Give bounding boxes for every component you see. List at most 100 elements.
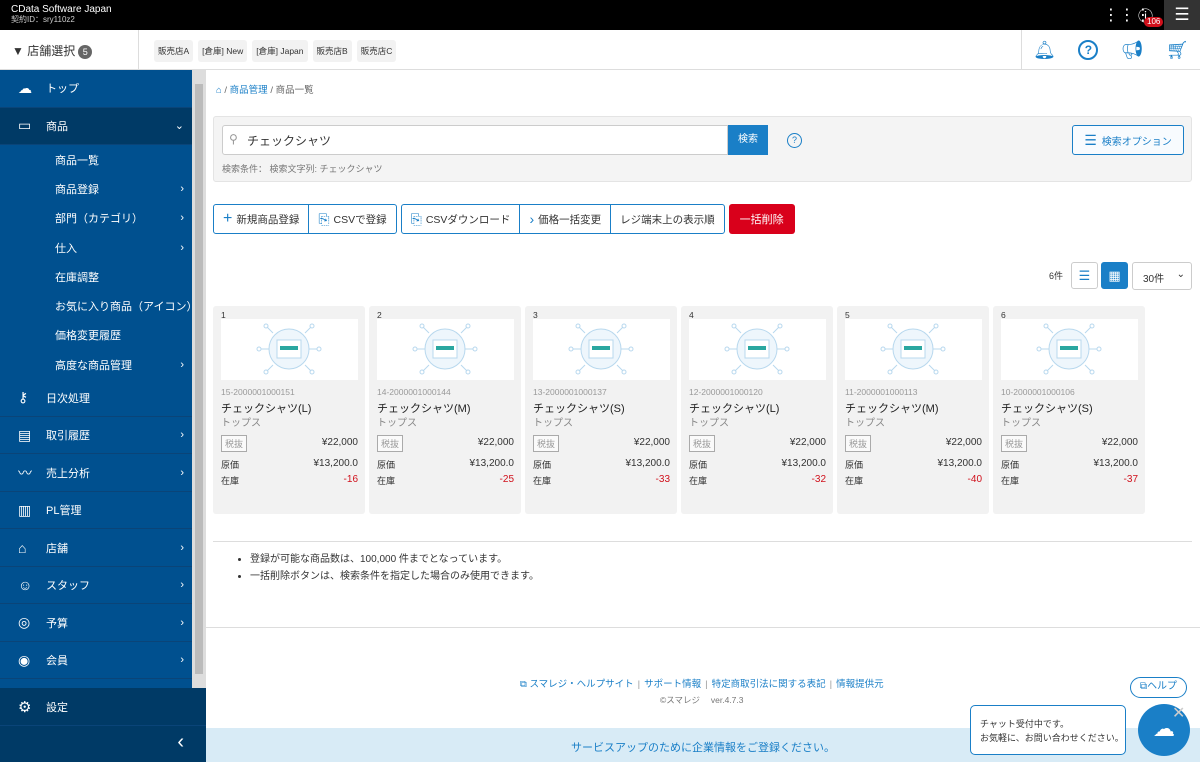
- sidebar-subitem[interactable]: お気に入り商品（アイコン）: [0, 291, 192, 320]
- cost-label: 原価: [1001, 460, 1020, 470]
- store-tag[interactable]: 販売店C: [356, 40, 397, 62]
- product-card[interactable]: 4 12-2000001000120 チェックシャツ(L) トップス 税抜 ¥22,000…: [681, 306, 833, 514]
- search-icon: ⚲: [229, 132, 238, 146]
- sidebar-item[interactable]: ▭ 商品 ⌄: [0, 107, 192, 145]
- product-image-placeholder: [1001, 319, 1138, 380]
- stock-label: 在庫: [221, 476, 240, 486]
- product-stock: -37: [1123, 474, 1138, 485]
- close-icon[interactable]: ✕: [1172, 703, 1185, 723]
- collapse-sidebar-button[interactable]: ‹: [0, 725, 206, 762]
- bulk-price-button[interactable]: › 価格一括変更: [520, 205, 612, 233]
- store-tag[interactable]: [倉庫] Japan: [252, 40, 308, 62]
- footer-link[interactable]: 情報提供元: [836, 679, 884, 690]
- search-options-label: 検索オプション: [1101, 136, 1172, 148]
- csv-download-label: CSVダウンロード: [425, 213, 511, 226]
- company-info-link[interactable]: サービスアップのために企業情報をご登録ください。: [571, 742, 835, 754]
- sidebar-subitem[interactable]: 価格変更履歴: [0, 321, 192, 350]
- sidebar-item[interactable]: 〰 売上分析 ›: [0, 454, 192, 492]
- product-card[interactable]: 6 10-2000001000106 チェックシャツ(S) トップス 税抜 ¥22,000…: [993, 306, 1145, 514]
- sidebar-scroll-thumb[interactable]: [195, 84, 203, 674]
- sidebar-item[interactable]: ☁ トップ: [0, 70, 192, 108]
- product-cost: ¥13,200.0: [313, 458, 359, 469]
- link-separator: |: [705, 679, 708, 690]
- megaphone-icon[interactable]: 📢︎: [1121, 40, 1144, 61]
- home-icon[interactable]: ⌂: [216, 85, 222, 96]
- company-info: CData Software Japan 契約ID：sry110z2: [11, 5, 112, 25]
- product-category: トップス: [845, 418, 885, 429]
- footer-link[interactable]: 特定商取引法に関する表記: [712, 679, 826, 690]
- product-price: ¥22,000: [1101, 437, 1138, 448]
- staff-icon: ☺: [18, 577, 33, 594]
- list-view-icon[interactable]: ☰: [1071, 262, 1098, 289]
- csv-download-button[interactable]: ⎘ CSVダウンロード: [402, 205, 521, 233]
- sidebar-subitem[interactable]: 商品一覧: [0, 145, 192, 174]
- stock-label: 在庫: [689, 476, 708, 486]
- product-cost: ¥13,200.0: [625, 458, 671, 469]
- sidebar-item[interactable]: ☺ スタッフ ›: [0, 567, 192, 605]
- chat-bubble[interactable]: チャット受付中です。 お気軽に、お問い合わせください。: [970, 705, 1126, 755]
- stock-label: 在庫: [533, 476, 552, 486]
- sidebar-item[interactable]: ◎ 予算 ›: [0, 604, 192, 642]
- sidebar-item-label: 日次処理: [46, 392, 90, 405]
- sidebar-subitem[interactable]: 仕入 ›: [0, 233, 192, 262]
- product-stock: -32: [811, 474, 826, 485]
- target-icon: ◎: [18, 614, 31, 631]
- footer-link[interactable]: スマレジ・ヘルプサイト: [529, 679, 633, 690]
- tax-badge: 税抜: [689, 435, 716, 452]
- help-icon[interactable]: ?: [1078, 40, 1099, 60]
- search-button[interactable]: 検索: [728, 125, 768, 155]
- product-category: トップス: [1001, 418, 1041, 429]
- chevron-right-icon: ›: [180, 466, 184, 479]
- product-card[interactable]: 3 13-2000001000137 チェックシャツ(S) トップス 税抜 ¥22,000…: [525, 306, 677, 514]
- cost-label: 原価: [221, 460, 240, 470]
- sidebar-subitem-label: 部門（カテゴリ）: [55, 213, 143, 226]
- product-price: ¥22,000: [321, 437, 358, 448]
- register-order-button[interactable]: レジ端末上の表示順: [611, 205, 724, 233]
- sidebar-subitem-label: 高度な商品管理: [55, 359, 132, 372]
- grid-view-icon[interactable]: ▦: [1101, 262, 1128, 289]
- sidebar-item[interactable]: ◉ 会員 ›: [0, 642, 192, 680]
- sidebar-subitem[interactable]: 商品登録 ›: [0, 174, 192, 203]
- store-count-badge: 5: [78, 45, 93, 59]
- product-cost: ¥13,200.0: [937, 458, 983, 469]
- search-help-icon[interactable]: ?: [787, 133, 802, 148]
- store-tag[interactable]: 販売店B: [312, 40, 352, 62]
- cart-icon[interactable]: 🛒︎: [1166, 40, 1189, 61]
- product-card[interactable]: 2 14-2000001000144 チェックシャツ(M) トップス 税抜 ¥22,000…: [369, 306, 521, 514]
- chevron-left-icon: ‹: [177, 731, 184, 753]
- bulk-price-label: 価格一括変更: [538, 213, 602, 226]
- breadcrumb-item[interactable]: 商品管理: [230, 85, 268, 96]
- sidebar-item-label: スタッフ: [46, 580, 90, 593]
- sidebar-item[interactable]: ⚷ 日次処理: [0, 379, 192, 417]
- footer-link[interactable]: サポート情報: [644, 679, 701, 690]
- bell-icon[interactable]: 🔔︎: [1033, 40, 1056, 61]
- divider: [206, 627, 1200, 628]
- sidebar-item[interactable]: ⌂ 店舗 ›: [0, 529, 192, 567]
- hamburger-menu-icon[interactable]: ☰: [1164, 0, 1200, 30]
- new-product-button[interactable]: + 新規商品登録: [214, 205, 310, 233]
- result-count: 6件: [1049, 271, 1064, 281]
- sidebar-item-settings[interactable]: ⚙ 設定: [0, 688, 206, 725]
- help-button[interactable]: ⧉ヘルプ: [1130, 677, 1187, 698]
- product-category: トップス: [533, 418, 573, 429]
- product-card[interactable]: 5 11-2000001000113 チェックシャツ(M) トップス 税抜 ¥22,000…: [837, 306, 989, 514]
- sidebar-item[interactable]: ▥ PL管理: [0, 492, 192, 530]
- csv-register-button[interactable]: ⎘ CSVで登録: [309, 205, 395, 233]
- sidebar-subitem[interactable]: 在庫調整: [0, 262, 192, 291]
- store-select-toggle[interactable]: ▼ 店舗選択 5: [0, 30, 139, 70]
- search-panel: ⚲ チェックシャツ 検索 ? 検索条件： 検索文字列: チェックシャツ ☰ 検索オプ…: [213, 116, 1192, 182]
- company-name: CData Software Japan: [11, 4, 112, 15]
- chevron-right-icon: ›: [180, 358, 184, 371]
- sidebar-subitem[interactable]: 高度な商品管理 ›: [0, 350, 192, 379]
- search-options-button[interactable]: ☰ 検索オプション: [1072, 125, 1184, 155]
- sidebar-item[interactable]: ▤ 取引履歴 ›: [0, 417, 192, 455]
- product-card[interactable]: 1 15-2000001000151 チェックシャツ(L) トップス 税抜 ¥22,000…: [213, 306, 365, 514]
- product-cost: ¥13,200.0: [469, 458, 515, 469]
- csv-register-label: CSVで登録: [333, 213, 387, 226]
- store-tag[interactable]: 販売店A: [154, 40, 194, 62]
- sidebar-subitem[interactable]: 部門（カテゴリ） ›: [0, 204, 192, 233]
- store-tag[interactable]: [倉庫] New: [198, 40, 248, 62]
- bulk-delete-button[interactable]: 一括削除: [728, 204, 795, 234]
- search-input[interactable]: ⚲ チェックシャツ: [222, 125, 728, 155]
- per-page-select[interactable]: 30件 ⌄: [1132, 262, 1192, 290]
